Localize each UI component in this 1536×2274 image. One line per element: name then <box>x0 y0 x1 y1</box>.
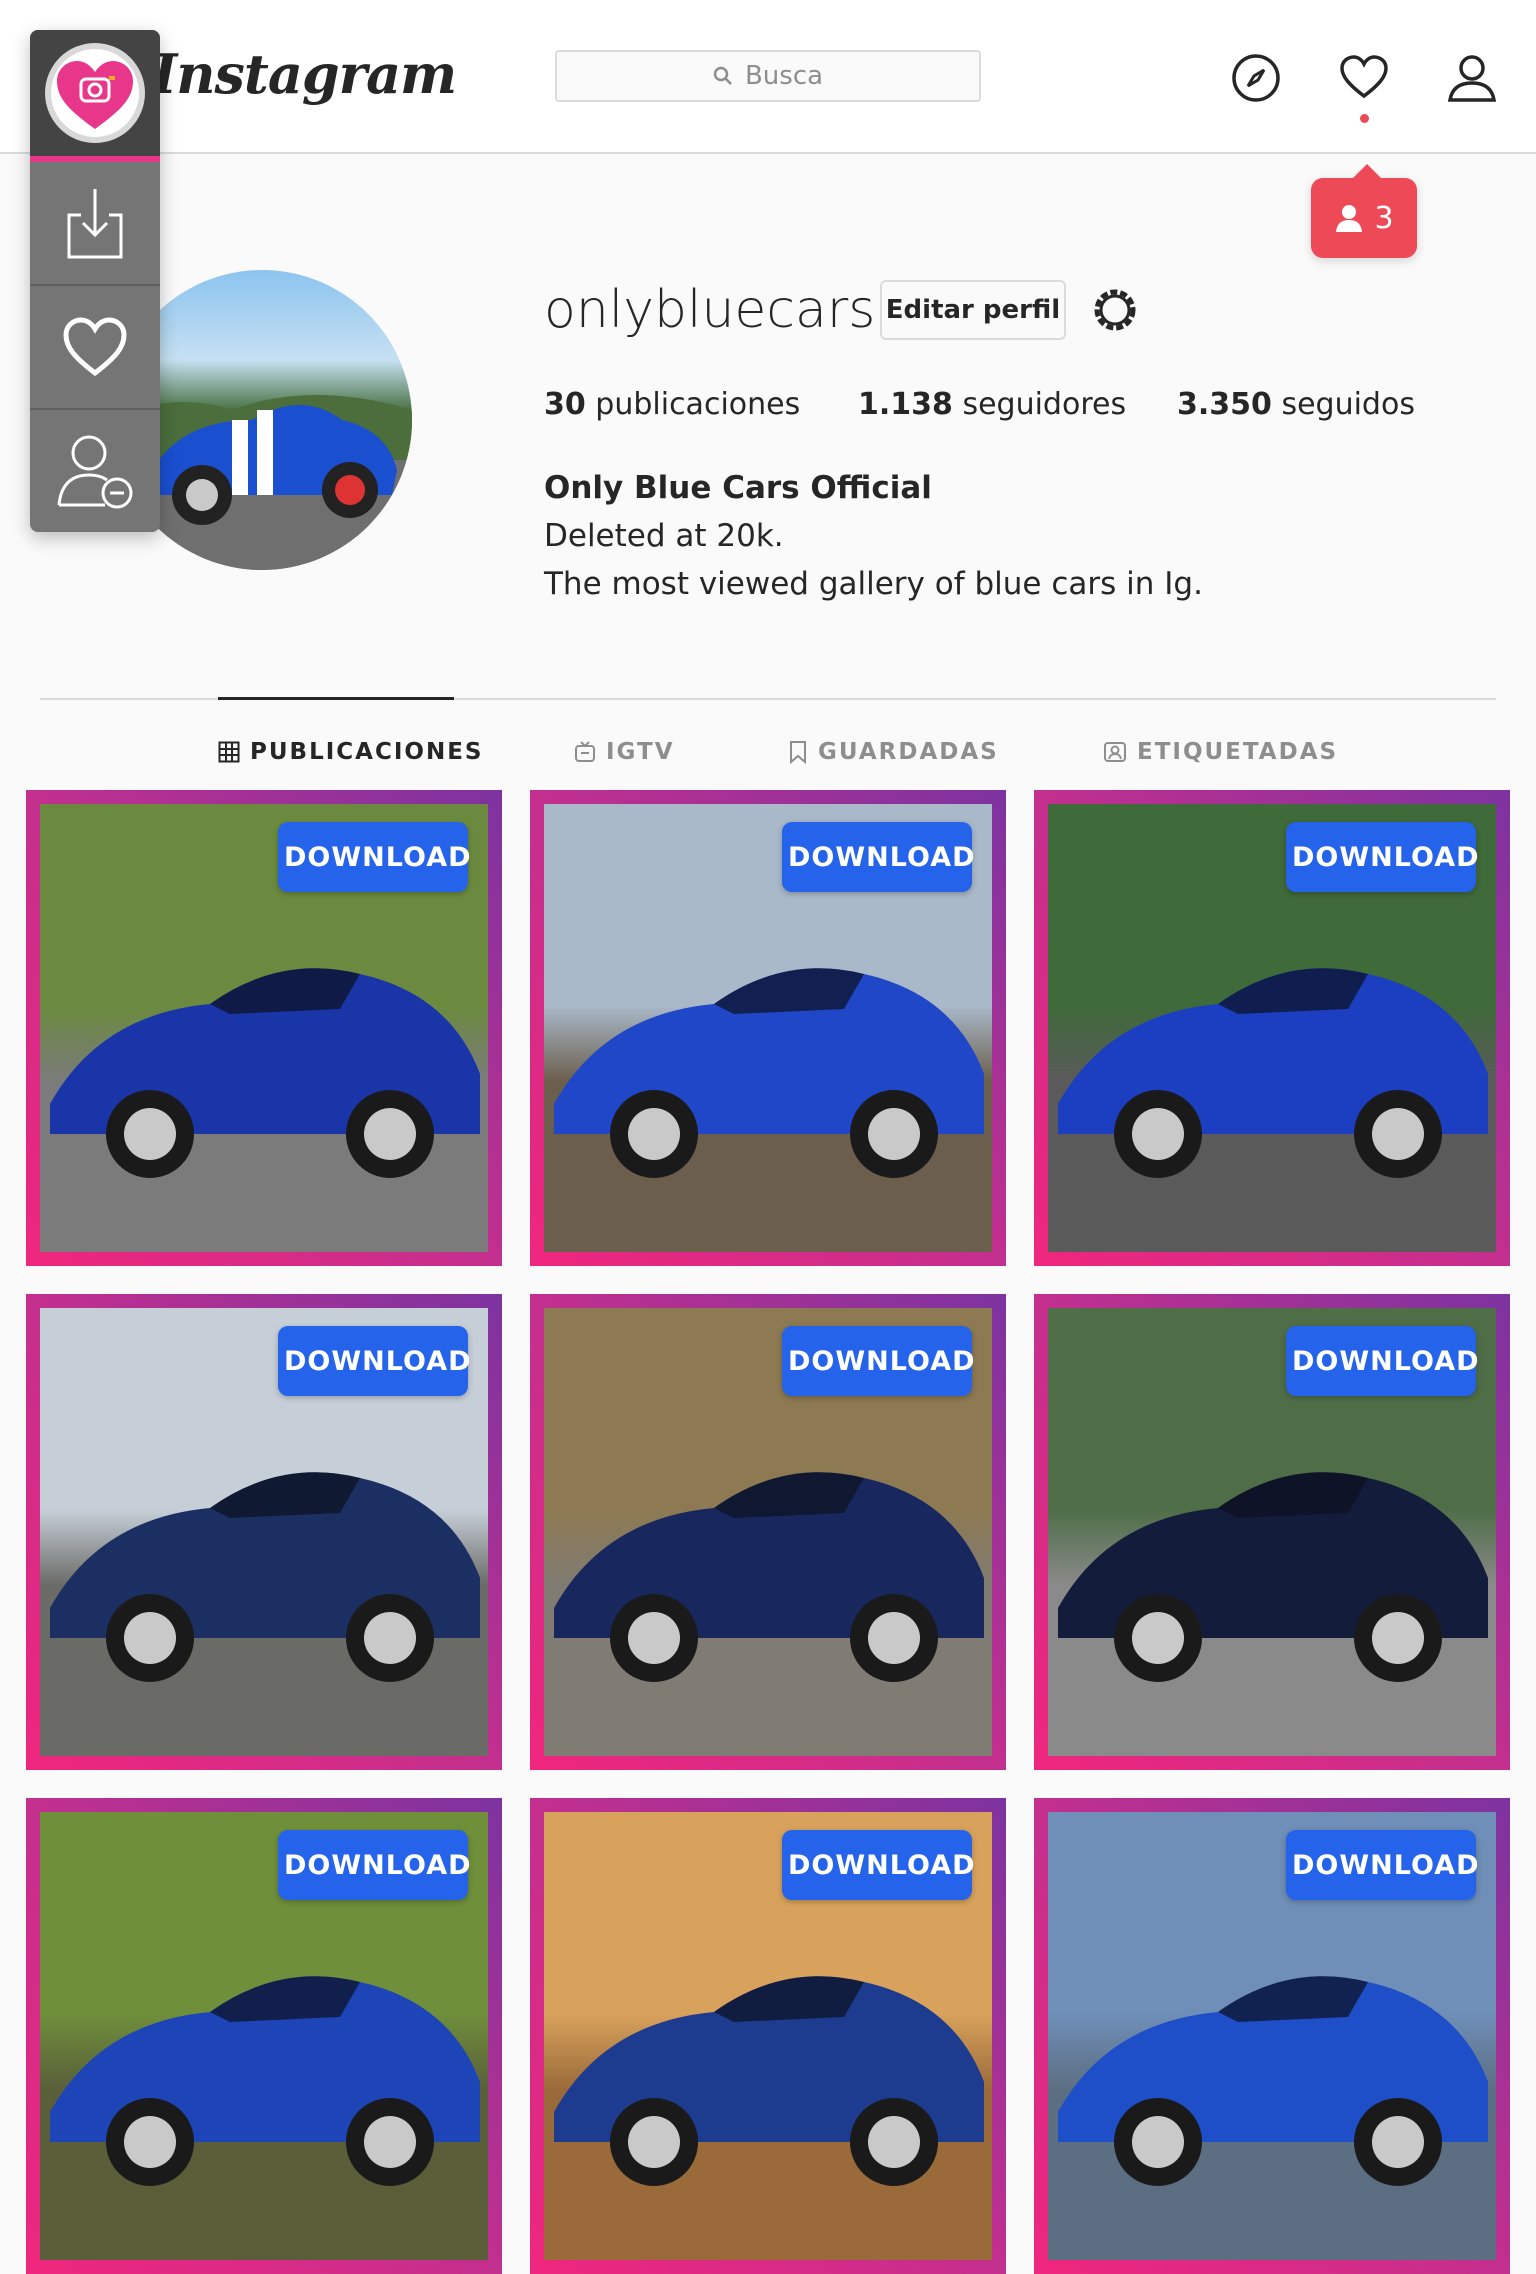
tab-guardadas[interactable]: GUARDADAS <box>788 734 999 770</box>
tab-label: ETIQUETADAS <box>1137 739 1339 765</box>
posts-count-stat: 30 publicaciones <box>544 387 800 422</box>
post-car-image[interactable]: DOWNLOAD <box>544 1812 992 2260</box>
tv-icon <box>575 741 595 762</box>
post-car-image[interactable]: DOWNLOAD <box>1048 804 1496 1252</box>
post-tile[interactable]: DOWNLOAD <box>26 790 502 1266</box>
post-car-image[interactable]: DOWNLOAD <box>544 1308 992 1756</box>
tab-etiquetadas[interactable]: ETIQUETADAS <box>1103 734 1338 770</box>
tab-igtv[interactable]: IGTV <box>574 734 675 770</box>
profile-username: onlybluecars <box>544 280 876 340</box>
followers-count-stat[interactable]: 1.138 seguidores <box>858 387 1126 422</box>
settings-gear-icon[interactable] <box>1090 285 1140 335</box>
search-placeholder: Busca <box>744 61 824 91</box>
download-icon <box>67 189 123 259</box>
extension-side-panel <box>30 30 160 532</box>
posts-label: publicaciones <box>595 387 801 422</box>
post-tile[interactable]: DOWNLOAD <box>530 790 1006 1266</box>
download-button[interactable]: DOWNLOAD <box>1286 822 1479 892</box>
tab-publicaciones[interactable]: PUBLICACIONES <box>218 734 483 770</box>
download-button[interactable]: DOWNLOAD <box>1286 1326 1479 1396</box>
heart-icon <box>63 317 127 377</box>
extension-unfollow-button[interactable] <box>30 410 160 532</box>
post-car-image[interactable]: DOWNLOAD <box>40 804 488 1252</box>
post-tile[interactable]: DOWNLOAD <box>1034 1294 1510 1770</box>
followers-count: 1.138 <box>858 387 953 422</box>
search-icon <box>713 66 732 85</box>
profile-user-icon[interactable] <box>1446 52 1498 104</box>
post-tile[interactable]: DOWNLOAD <box>26 1798 502 2274</box>
download-button[interactable]: DOWNLOAD <box>278 822 471 892</box>
download-button[interactable]: DOWNLOAD <box>278 1326 471 1396</box>
download-button[interactable]: DOWNLOAD <box>782 1830 975 1900</box>
extension-download-button[interactable] <box>30 162 160 286</box>
top-navigation-bar: Instagram Busca <box>0 0 1536 154</box>
post-car-image[interactable]: DOWNLOAD <box>1048 1308 1496 1756</box>
post-car-image[interactable]: DOWNLOAD <box>40 1308 488 1756</box>
instagram-logo[interactable]: Instagram <box>152 42 457 106</box>
tab-label: GUARDADAS <box>818 739 999 765</box>
download-button[interactable]: DOWNLOAD <box>782 1326 975 1396</box>
bio-full-name: Only Blue Cars Official <box>544 470 932 506</box>
notification-count: 3 <box>1374 200 1394 236</box>
bio-line-1: Deleted at 20k. <box>544 518 784 554</box>
post-tile[interactable]: DOWNLOAD <box>26 1294 502 1770</box>
remove-user-icon <box>57 435 133 509</box>
notification-dot <box>1360 114 1369 123</box>
person-icon <box>1336 205 1363 232</box>
post-tile[interactable]: DOWNLOAD <box>530 1294 1006 1770</box>
grid-icon <box>218 741 240 763</box>
explore-compass-icon[interactable] <box>1230 52 1282 104</box>
post-tile[interactable]: DOWNLOAD <box>530 1798 1006 2274</box>
post-car-image[interactable]: DOWNLOAD <box>1048 1812 1496 2260</box>
followers-label: seguidores <box>962 387 1127 422</box>
extension-like-button[interactable] <box>30 286 160 410</box>
following-count: 3.350 <box>1177 387 1272 422</box>
extension-logo[interactable] <box>30 30 160 162</box>
following-count-stat[interactable]: 3.350 seguidos <box>1177 387 1415 422</box>
tab-label: IGTV <box>606 739 675 765</box>
download-button[interactable]: DOWNLOAD <box>278 1830 471 1900</box>
follower-notification-badge[interactable]: 3 <box>1311 164 1417 258</box>
edit-profile-button[interactable]: Editar perfil <box>880 280 1066 340</box>
active-tab-indicator <box>218 697 454 700</box>
download-button[interactable]: DOWNLOAD <box>782 822 975 892</box>
tab-label: PUBLICACIONES <box>250 739 484 765</box>
post-tile[interactable]: DOWNLOAD <box>1034 1798 1510 2274</box>
search-input[interactable]: Busca <box>555 50 981 102</box>
activity-heart-icon[interactable] <box>1338 52 1390 104</box>
bookmark-icon <box>790 741 806 764</box>
bio-line-2: The most viewed gallery of blue cars in … <box>544 566 1203 602</box>
following-label: seguidos <box>1281 387 1415 422</box>
tagged-user-icon <box>1104 742 1126 762</box>
posts-count: 30 <box>544 387 586 422</box>
download-button[interactable]: DOWNLOAD <box>1286 1830 1479 1900</box>
post-car-image[interactable]: DOWNLOAD <box>40 1812 488 2260</box>
heart-camera-logo-icon <box>45 43 145 143</box>
post-car-image[interactable]: DOWNLOAD <box>544 804 992 1252</box>
post-tile[interactable]: DOWNLOAD <box>1034 790 1510 1266</box>
